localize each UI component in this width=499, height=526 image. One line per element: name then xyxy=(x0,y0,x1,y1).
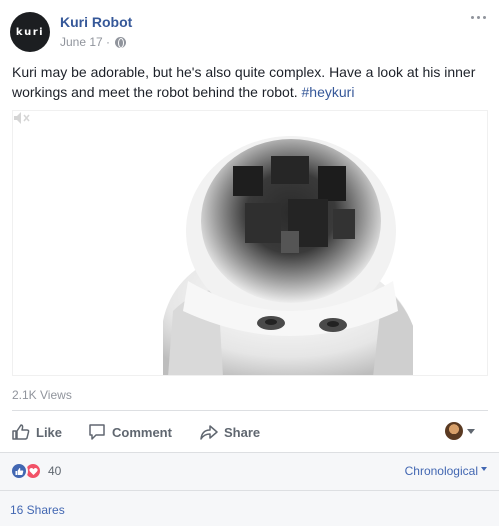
share-button[interactable]: Share xyxy=(200,420,260,444)
post-date-link[interactable]: June 17 · xyxy=(60,35,110,49)
reactions-summary[interactable]: 40 xyxy=(10,462,61,480)
hashtag-link[interactable]: #heykuri xyxy=(302,84,355,100)
chevron-down-icon xyxy=(481,467,487,471)
more-options-icon[interactable] xyxy=(471,12,489,22)
globe-icon xyxy=(115,36,127,48)
divider xyxy=(12,410,488,411)
robot-video-frame xyxy=(163,136,413,375)
chevron-down-icon xyxy=(467,428,475,434)
post-as-selector[interactable] xyxy=(445,422,475,440)
video-player[interactable] xyxy=(12,110,488,376)
views-count: 2.1K Views xyxy=(12,388,72,402)
page-name-link[interactable]: Kuri Robot xyxy=(60,14,132,30)
shares-divider xyxy=(0,490,499,491)
footer-divider xyxy=(0,452,499,453)
volume-muted-icon[interactable] xyxy=(13,111,31,125)
like-button[interactable]: Like xyxy=(12,420,62,444)
post-meta: June 17 · xyxy=(60,35,127,49)
share-arrow-icon xyxy=(200,425,218,440)
reaction-count: 40 xyxy=(48,464,62,478)
sort-label: Chronological xyxy=(404,464,478,478)
post-card: kuri Kuri Robot June 17 · Kuri may be ad… xyxy=(0,0,499,526)
comment-bubble-icon xyxy=(89,424,105,440)
like-reaction-icon xyxy=(10,462,28,480)
post-body: Kuri may be adorable, but he's also quit… xyxy=(12,64,476,100)
avatar-logo-text: kuri xyxy=(15,26,45,38)
comment-label: Comment xyxy=(112,424,172,440)
thumbs-up-icon xyxy=(12,424,30,440)
shares-link[interactable]: 16 Shares xyxy=(10,503,65,517)
share-label: Share xyxy=(224,424,261,440)
viewer-avatar xyxy=(445,422,463,440)
page-avatar[interactable]: kuri xyxy=(10,12,50,52)
like-label: Like xyxy=(36,424,63,440)
comment-button[interactable]: Comment xyxy=(88,420,172,444)
comment-sort-dropdown[interactable]: Chronological xyxy=(405,464,487,478)
post-text: Kuri may be adorable, but he's also quit… xyxy=(12,62,488,102)
